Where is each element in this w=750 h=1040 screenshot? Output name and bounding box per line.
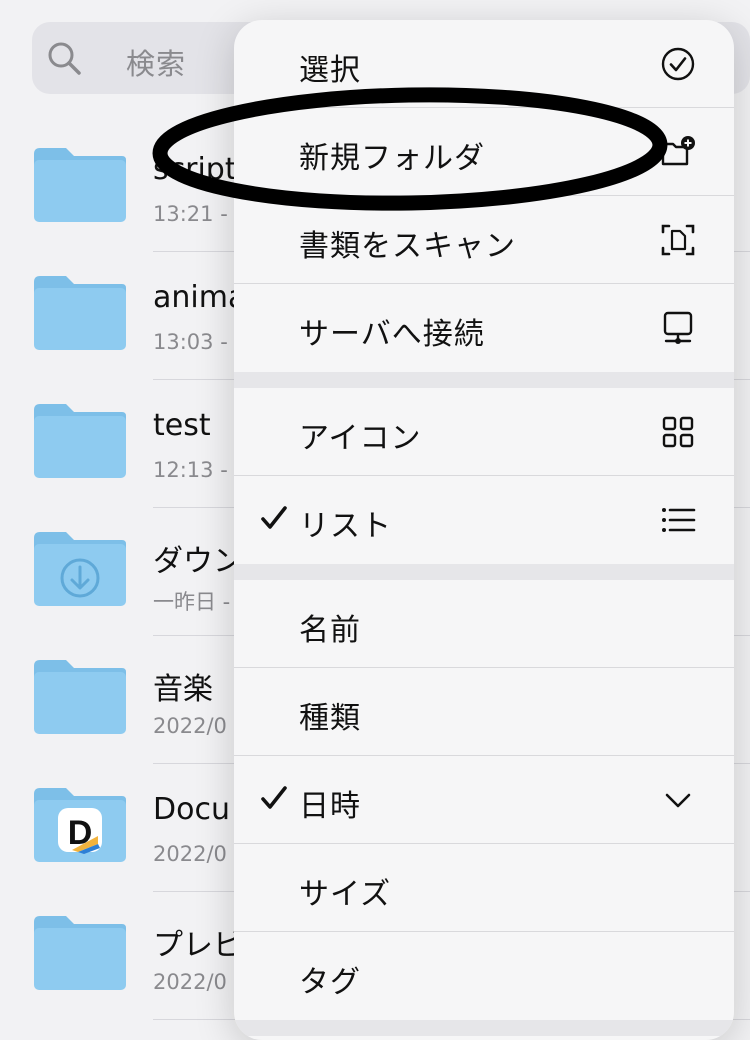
menu-item-new-folder[interactable]: 新規フォルダ — [234, 108, 734, 196]
folder-icon — [32, 274, 128, 352]
chevron-down-icon[interactable] — [660, 782, 696, 818]
file-meta: 2022/0 — [153, 970, 227, 994]
menu-item-label: サーバへ接続 — [299, 317, 485, 352]
menu-item-sort-date[interactable]: 日時 — [234, 756, 734, 844]
menu-item-icons-view[interactable]: アイコン — [234, 388, 734, 476]
file-name: script — [153, 152, 237, 187]
menu-section-gap — [234, 564, 734, 580]
checkmark-circle-icon — [661, 47, 695, 81]
list-icon — [662, 508, 696, 532]
file-meta: 2022/0 — [153, 842, 227, 866]
menu-item-connect-server[interactable]: サーバへ接続 — [234, 284, 734, 372]
menu-item-sort-tags[interactable]: タグ — [234, 932, 734, 1020]
file-meta: 13:03 - — [153, 330, 228, 354]
file-name: 音楽 — [153, 672, 213, 707]
file-name: ダウン — [153, 544, 243, 579]
file-name: anima — [153, 280, 247, 315]
folder-icon — [32, 402, 128, 480]
menu-section-gap — [234, 1020, 734, 1036]
menu-item-label: 新規フォルダ — [299, 141, 485, 176]
menu-item-label: 名前 — [299, 613, 361, 648]
folder-icon — [32, 146, 128, 224]
menu-item-label: リスト — [299, 509, 392, 544]
server-display-icon — [663, 311, 693, 344]
file-meta: 13:21 - — [153, 202, 228, 226]
downloads-folder-icon — [32, 530, 128, 608]
menu-item-label: タグ — [299, 965, 361, 1000]
documents-app-icon: D — [32, 786, 128, 864]
file-name: プレビ — [153, 928, 243, 963]
menu-item-label: サイズ — [299, 877, 392, 912]
checkmark-icon — [261, 506, 287, 529]
checkmark-icon — [261, 786, 287, 809]
file-meta: 12:13 - — [153, 458, 228, 482]
menu-item-label: 種類 — [299, 701, 361, 736]
folder-icon — [32, 658, 128, 736]
menu-item-label: アイコン — [299, 421, 422, 456]
menu-item-label: 日時 — [299, 789, 361, 824]
file-meta: 2022/0 — [153, 714, 227, 738]
menu-item-select[interactable]: 選択 — [234, 20, 734, 108]
file-name: test — [153, 408, 211, 443]
file-name: Docu — [153, 792, 230, 827]
menu-item-sort-name[interactable]: 名前 — [234, 580, 734, 668]
menu-item-label: 選択 — [299, 53, 361, 88]
menu-section-gap — [234, 372, 734, 388]
menu-item-list-view[interactable]: リスト — [234, 476, 734, 564]
search-placeholder: 検索 — [126, 47, 187, 81]
folder-icon — [32, 914, 128, 992]
menu-item-scan-documents[interactable]: 書類をスキャン — [234, 196, 734, 284]
grid-icon — [662, 416, 694, 448]
scan-document-icon — [661, 224, 695, 256]
file-meta: 一昨日 - — [153, 590, 231, 614]
menu-item-label: 書類をスキャン — [299, 229, 516, 264]
context-menu: 選択 新規フォルダ 書類をスキャン サーバへ接続 アイコン リスト 名前 種類 … — [234, 20, 734, 1040]
search-icon — [48, 42, 81, 75]
menu-item-sort-kind[interactable]: 種類 — [234, 668, 734, 756]
menu-item-sort-size[interactable]: サイズ — [234, 844, 734, 932]
folder-plus-icon — [661, 136, 695, 166]
